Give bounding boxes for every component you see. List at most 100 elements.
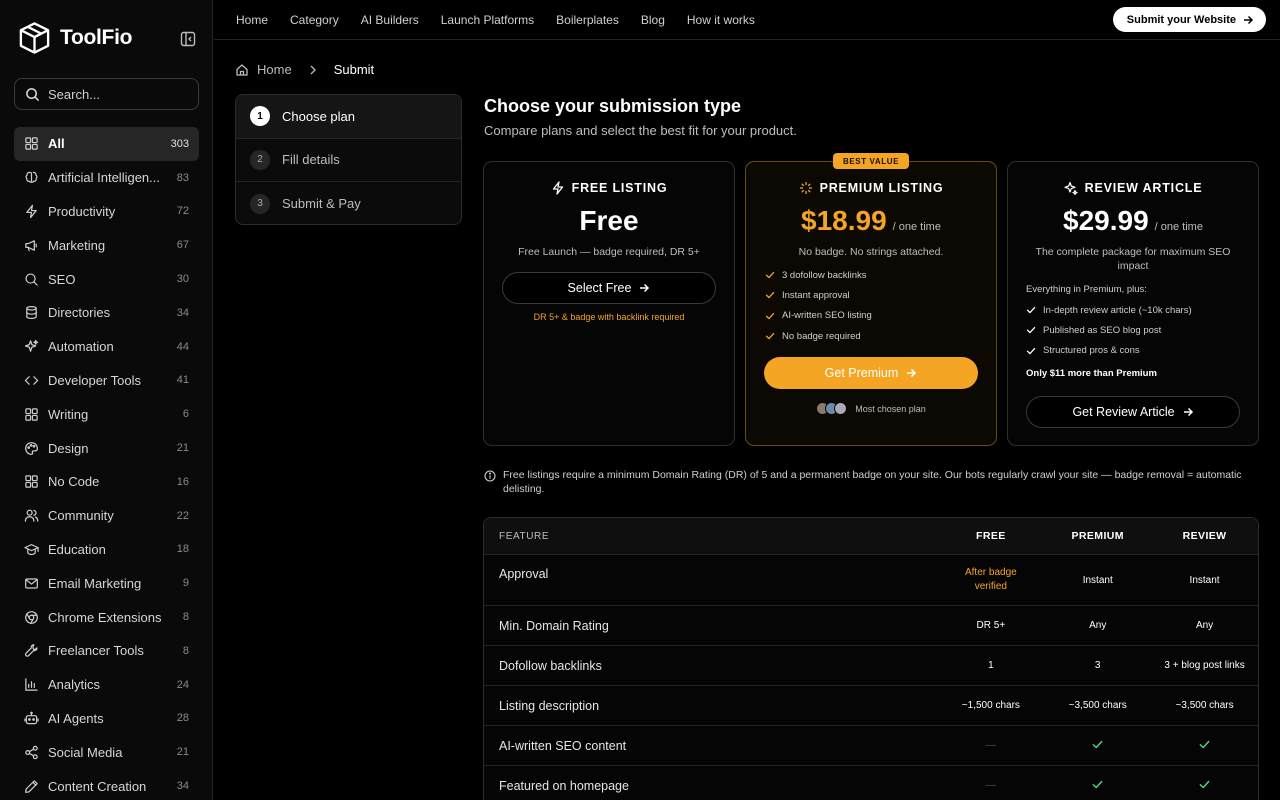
sidebar-item-all[interactable]: All 303 xyxy=(14,127,199,161)
review-cell: Any xyxy=(1195,620,1214,631)
plan-per-review: / one time xyxy=(1154,221,1203,233)
free-cell: ~1,500 chars xyxy=(961,700,1020,711)
free-cell: DR 5+ xyxy=(976,620,1006,631)
search-icon xyxy=(25,273,38,286)
check-icon xyxy=(1198,738,1211,751)
get-premium-button[interactable]: Get Premium xyxy=(764,357,978,389)
users-icon xyxy=(24,509,39,522)
table-header: FEATURE FREE PREMIUM REVIEW xyxy=(484,518,1258,555)
feature-text: No badge required xyxy=(782,330,861,342)
plan-title-premium: PREMIUM LISTING xyxy=(746,181,996,195)
sidebar-item-count: 8 xyxy=(182,644,189,657)
plan-desc-premium: No badge. No strings attached. xyxy=(798,246,944,258)
sidebar-item-education[interactable]: Education 18 xyxy=(14,533,199,567)
select-free-label: Select Free xyxy=(567,281,632,295)
premium-cell xyxy=(1044,778,1151,794)
bar-chart-icon xyxy=(25,678,38,691)
nav-link-launch-platforms[interactable]: Launch Platforms xyxy=(441,13,534,27)
sidebar-item-count: 67 xyxy=(176,239,189,252)
sidebar-item-count: 22 xyxy=(176,509,189,522)
sparkle-icon xyxy=(799,182,812,194)
plan-card-free: FREE LISTING Free Free Launch — badge re… xyxy=(483,161,735,446)
sidebar-item-productivity[interactable]: Productivity 72 xyxy=(14,195,199,229)
sidebar-item-freelancer-tools[interactable]: Freelancer Tools 8 xyxy=(14,634,199,668)
step-number: 3 xyxy=(250,193,270,214)
sidebar-item-count: 18 xyxy=(176,543,189,556)
nav-link-blog[interactable]: Blog xyxy=(641,13,665,27)
step-choose-plan[interactable]: 1 Choose plan xyxy=(236,95,461,139)
code-icon xyxy=(24,376,39,385)
sidebar-item-label: Developer Tools xyxy=(48,372,141,388)
sidebar-item-label: Education xyxy=(48,541,106,557)
grid-icon xyxy=(25,137,38,151)
check-icon xyxy=(1091,778,1104,791)
sidebar-collapse-icon[interactable] xyxy=(179,30,197,48)
sidebar-item-label: Directories xyxy=(48,305,111,321)
free-requirement-note: DR 5+ & badge with backlink required xyxy=(533,312,685,322)
step-submit-pay[interactable]: 3 Submit & Pay xyxy=(236,182,461,224)
sidebar-item-label: AI Agents xyxy=(48,710,104,726)
sidebar-item-content-creation[interactable]: Content Creation 34 xyxy=(14,769,199,800)
feature-cell: Approval xyxy=(499,567,549,581)
feature-text: Structured pros & cons xyxy=(1043,345,1140,357)
check-icon xyxy=(1198,778,1211,791)
sidebar-item-social-media[interactable]: Social Media 21 xyxy=(14,735,199,769)
lightning-icon xyxy=(26,204,37,219)
sidebar-item-no-code[interactable]: No Code 16 xyxy=(14,465,199,499)
step-label: Fill details xyxy=(282,152,340,168)
check-icon xyxy=(765,292,775,299)
app-root: ToolFio All303Artificial Intelligen...83… xyxy=(0,0,1280,800)
sidebar-item-chrome-extensions[interactable]: Chrome Extensions 8 xyxy=(14,600,199,634)
sidebar-item-community[interactable]: Community 22 xyxy=(14,499,199,533)
search-box[interactable] xyxy=(14,78,199,110)
nav-link-category[interactable]: Category xyxy=(290,13,339,27)
get-review-article-button[interactable]: Get Review Article xyxy=(1026,396,1240,428)
select-free-button[interactable]: Select Free xyxy=(502,272,716,304)
breadcrumb-current: Submit xyxy=(333,62,375,77)
sidebar-item-label: Writing xyxy=(48,406,89,422)
sidebar-item-ai-agents[interactable]: AI Agents 28 xyxy=(14,702,199,736)
plan-title-review-label: REVIEW ARTICLE xyxy=(1084,181,1203,195)
logo-icon xyxy=(19,22,50,54)
sparkles-icon xyxy=(1064,181,1078,195)
sidebar-item-writing[interactable]: Writing 6 xyxy=(14,397,199,431)
sidebar-item-label: Artificial Intelligen... xyxy=(48,170,160,186)
feature-text: Published as SEO blog post xyxy=(1043,324,1162,336)
sidebar-item-email-marketing[interactable]: Email Marketing 9 xyxy=(14,566,199,600)
nav-link-home[interactable]: Home xyxy=(236,13,268,27)
sidebar-item-directories[interactable]: Directories 34 xyxy=(14,296,199,330)
search-input[interactable] xyxy=(48,86,188,102)
nav-link-ai-builders[interactable]: AI Builders xyxy=(361,13,419,27)
review-feature-list: In-depth review article (~10k chars) Publ… xyxy=(1026,300,1244,361)
sidebar-item-count: 21 xyxy=(176,442,189,455)
sidebar-item-seo[interactable]: SEO 30 xyxy=(14,262,199,296)
nav-link-how-it-works[interactable]: How it works xyxy=(687,13,755,27)
plan-price-premium: $18.99 xyxy=(801,205,887,236)
brand[interactable]: ToolFio xyxy=(17,20,132,56)
sidebar-item-count: 21 xyxy=(176,746,189,759)
sidebar-item-marketing[interactable]: Marketing 67 xyxy=(14,228,199,262)
plan-desc-free: Free Launch — badge required, DR 5+ xyxy=(518,246,700,258)
sidebar-item-label: Marketing xyxy=(48,237,106,253)
step-fill-details[interactable]: 2 Fill details xyxy=(236,139,461,183)
top-nav: Home Category AI Builders Launch Platforms B… xyxy=(214,0,1280,40)
column-header: FEATURE xyxy=(499,530,550,542)
bot-icon xyxy=(24,711,39,725)
sidebar-item-developer-tools[interactable]: Developer Tools 41 xyxy=(14,364,199,398)
plan-title-review: REVIEW ARTICLE xyxy=(1008,181,1258,195)
sidebar-item-artificial-intelligen[interactable]: Artificial Intelligen... 83 xyxy=(14,161,199,195)
sidebar-item-automation[interactable]: Automation 44 xyxy=(14,330,199,364)
feature-text: 3 dofollow backlinks xyxy=(782,269,867,281)
check-icon xyxy=(1026,327,1036,334)
breadcrumb-home[interactable]: Home xyxy=(257,62,292,77)
sidebar-item-analytics[interactable]: Analytics 24 xyxy=(14,668,199,702)
sidebar-item-count: 303 xyxy=(170,137,189,150)
check-icon xyxy=(1026,307,1036,314)
nav-link-boilerplates[interactable]: Boilerplates xyxy=(556,13,619,27)
plan-price-review: $29.99 xyxy=(1063,205,1149,236)
sidebar-item-design[interactable]: Design 21 xyxy=(14,431,199,465)
brain-icon xyxy=(25,171,38,184)
plan-desc-review: The complete package for maximum SEO imp… xyxy=(1035,246,1231,272)
plan-title-premium-label: PREMIUM LISTING xyxy=(819,181,944,195)
submit-website-button[interactable]: Submit your Website xyxy=(1112,7,1266,32)
